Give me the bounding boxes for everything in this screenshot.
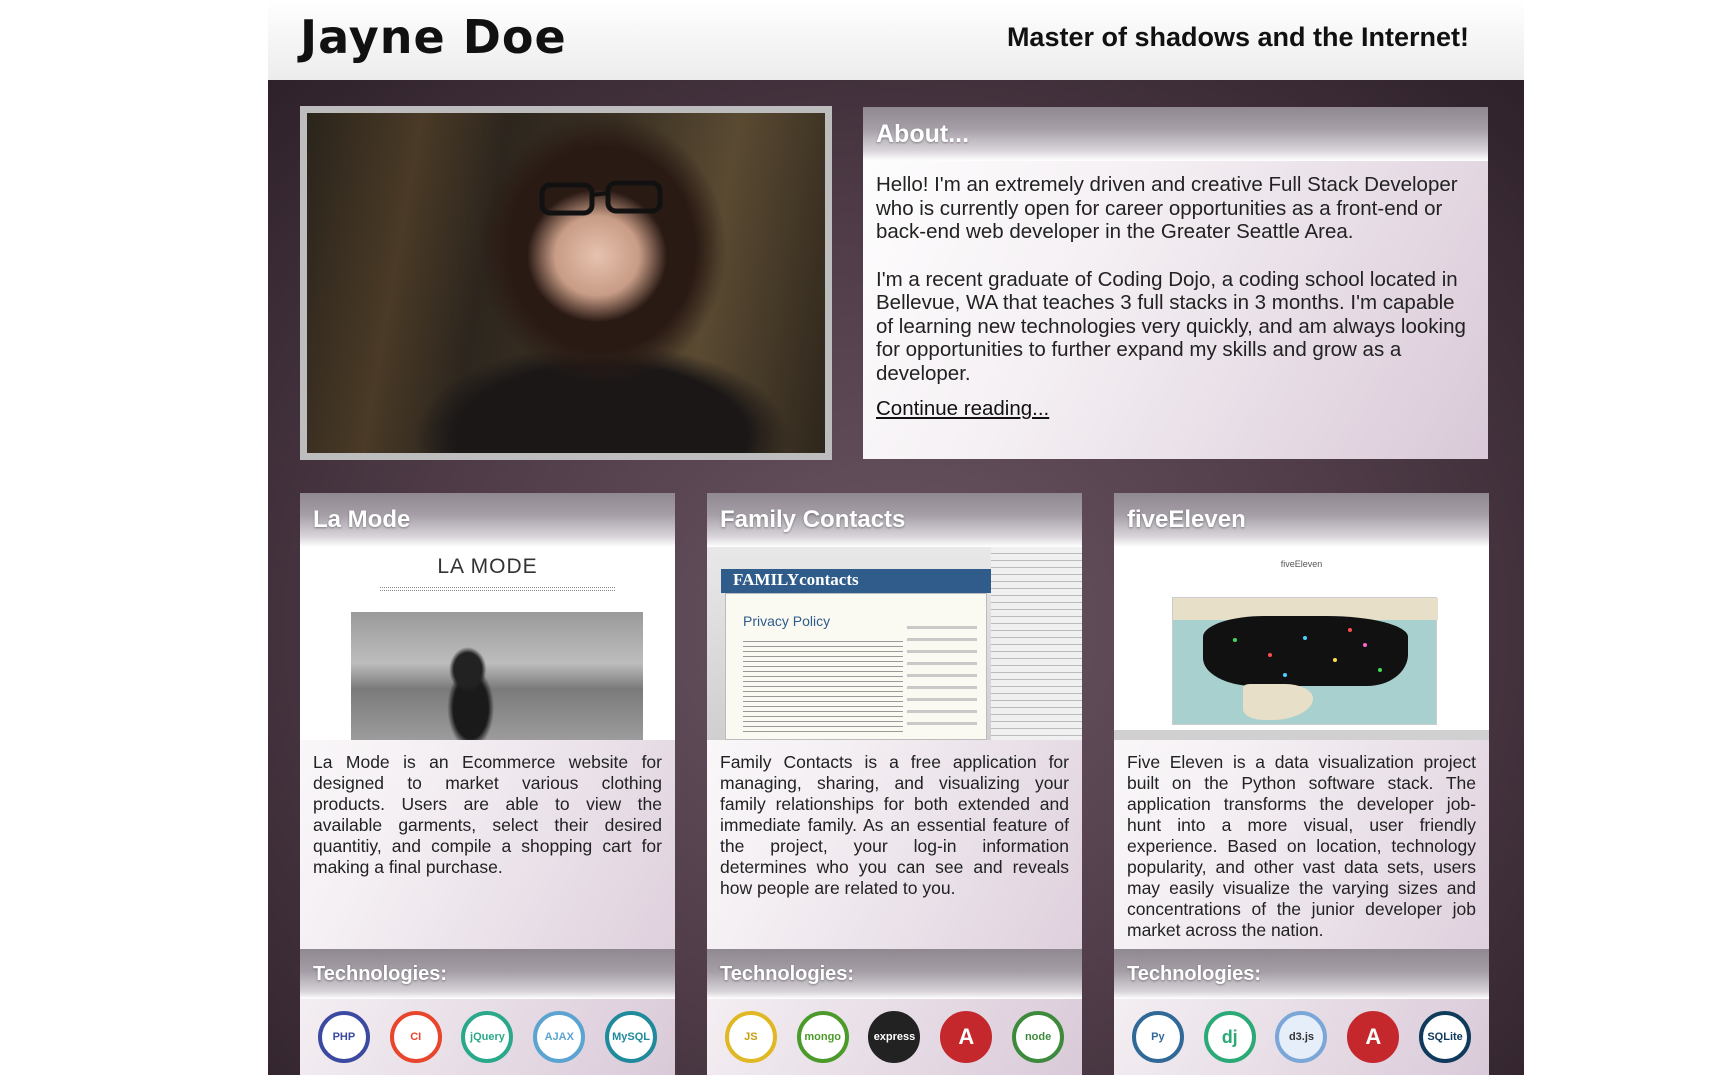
project-screenshot[interactable]: fiveEleven: [1114, 547, 1489, 740]
map-dot: [1333, 658, 1337, 662]
map-usa: [1203, 616, 1408, 686]
project-title: La Mode: [300, 493, 675, 547]
project-title: Family Contacts: [707, 493, 1082, 547]
about-paragraph-1: Hello! I'm an extremely driven and creat…: [876, 173, 1458, 243]
project-description: La Mode is an Ecommerce website for desi…: [313, 752, 662, 877]
ajax-icon: AJAX: [533, 1011, 586, 1063]
screenshot-login-panel: [907, 617, 977, 727]
map-dot: [1348, 628, 1352, 632]
d3-icon: d3.js: [1275, 1011, 1328, 1063]
about-body: Hello! I'm an extremely driven and creat…: [863, 161, 1488, 421]
mongodb-icon: mongo: [796, 1011, 849, 1063]
map-dot: [1363, 643, 1367, 647]
header: Jayne Doe Master of shadows and the Inte…: [268, 0, 1524, 80]
screenshot-logo: FAMILYcontacts: [733, 570, 859, 589]
node-icon: node: [1012, 1011, 1065, 1063]
main-content: About... Hello! I'm an extremely driven …: [268, 80, 1524, 1075]
mysql-icon: MySQL: [605, 1011, 658, 1063]
screenshot-map: [1172, 597, 1438, 725]
project-screenshot[interactable]: FAMILYcontacts Privacy Policy: [707, 547, 1082, 740]
tagline: Master of shadows and the Internet!: [1006, 22, 1469, 52]
project-description: Family Contacts is a free application fo…: [720, 752, 1069, 898]
screenshot-nav: [380, 587, 615, 591]
screenshot-footer-bar: [1114, 730, 1489, 740]
screenshot-photo: [351, 612, 643, 740]
continue-reading-link[interactable]: Continue reading...: [876, 397, 1049, 420]
glasses-shape: [539, 180, 663, 216]
map-dot: [1283, 673, 1287, 677]
project-screenshot[interactable]: LA MODE: [300, 547, 675, 740]
screenshot-title: fiveEleven: [1280, 559, 1323, 569]
about-title: About...: [863, 107, 1488, 161]
project-title: fiveEleven: [1114, 493, 1489, 547]
jquery-icon: jQuery: [461, 1011, 514, 1063]
map-dot: [1378, 668, 1382, 672]
project-card-fiveeleven: fiveEleven fiveEleven Five Eleven is a d…: [1114, 493, 1489, 1075]
profile-photo: [307, 113, 825, 453]
screenshot-text-lines: [743, 637, 903, 733]
angular-icon: A: [940, 1011, 993, 1063]
profile-photo-frame: [300, 106, 832, 460]
screenshot-title: LA MODE: [437, 555, 538, 578]
project-card-family-contacts: Family Contacts FAMILYcontacts Privacy P…: [707, 493, 1082, 1075]
about-paragraph-2: I'm a recent graduate of Coding Dojo, a …: [876, 267, 1466, 385]
tech-icons-row: PHP CI jQuery AJAX MySQL: [300, 999, 675, 1063]
about-card: About... Hello! I'm an extremely driven …: [863, 107, 1488, 459]
technologies-heading: Technologies:: [707, 949, 1082, 999]
codeigniter-icon: CI: [389, 1011, 442, 1063]
map-dot: [1268, 653, 1272, 657]
tech-icons-row: JS mongo express A node: [707, 999, 1082, 1063]
technologies-heading: Technologies:: [300, 949, 675, 999]
python-icon: Py: [1131, 1011, 1184, 1063]
php-icon: PHP: [317, 1011, 370, 1063]
express-icon: express: [868, 1011, 921, 1063]
screenshot-heading: Privacy Policy: [743, 613, 831, 629]
screenshot-devtools: [991, 547, 1082, 740]
django-icon: dj: [1203, 1011, 1256, 1063]
project-description: Five Eleven is a data visualization proj…: [1127, 752, 1476, 940]
angular-icon: A: [1347, 1011, 1400, 1063]
site-name[interactable]: Jayne Doe: [300, 10, 567, 64]
javascript-icon: JS: [724, 1011, 777, 1063]
tech-icons-row: Py dj d3.js A SQLite: [1114, 999, 1489, 1063]
sqlite-icon: SQLite: [1419, 1011, 1472, 1063]
map-mexico: [1243, 684, 1313, 720]
map-dot: [1303, 636, 1307, 640]
project-card-la-mode: La Mode LA MODE La Mode is an Ecommerce …: [300, 493, 675, 1075]
page: Jayne Doe Master of shadows and the Inte…: [268, 0, 1524, 1075]
map-dot: [1233, 638, 1237, 642]
technologies-heading: Technologies:: [1114, 949, 1489, 999]
